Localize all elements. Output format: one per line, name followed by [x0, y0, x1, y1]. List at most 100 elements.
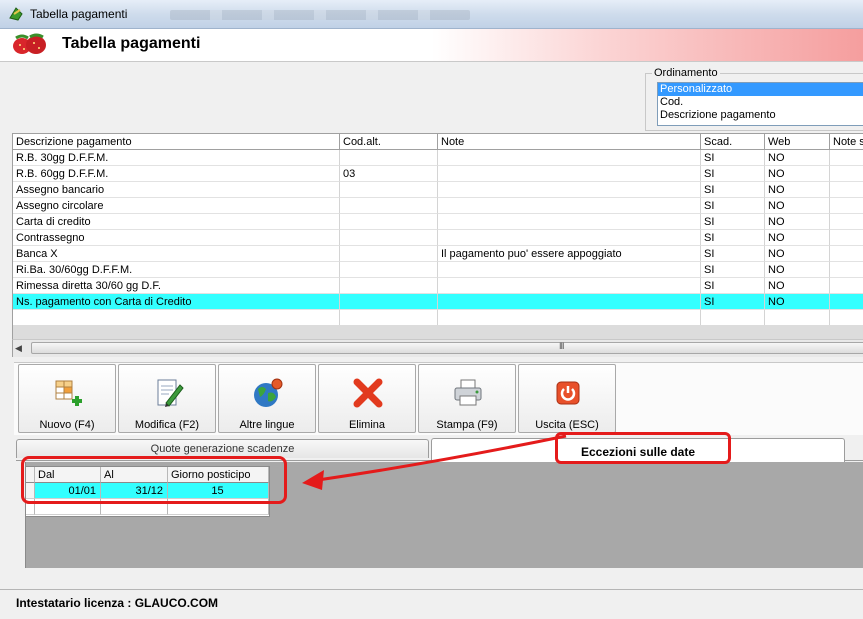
printer-icon [454, 379, 482, 406]
scroll-grip: III [559, 341, 564, 351]
uscita-label: Uscita (ESC) [535, 419, 599, 431]
edit-document-icon [157, 379, 184, 407]
table-row-cell [340, 294, 438, 310]
stampa-button[interactable]: Stampa (F9) [418, 364, 516, 433]
table-row-cell [438, 294, 701, 310]
scroll-left-icon[interactable]: ◀ [15, 342, 27, 354]
table-row-cell: Assegno bancario [13, 182, 340, 198]
table-row-cell: Ns. pagamento con Carta di Credito [13, 294, 340, 310]
grid-header-row-cell: Note s [830, 134, 863, 150]
table-row-cell [340, 182, 438, 198]
altre-lingue-label: Altre lingue [239, 419, 295, 431]
table-row[interactable]: Ns. pagamento con Carta di Credito SI NO [13, 294, 863, 310]
modifica-label: Modifica (F2) [134, 419, 200, 431]
table-row-cell: NO [765, 182, 830, 198]
table-row-cell: NO [765, 246, 830, 262]
app-icon [9, 7, 23, 21]
table-row-cell [830, 246, 863, 262]
table-row[interactable]: Ri.Ba. 30/60gg D.F.F.M. SI NO [13, 262, 863, 278]
nuovo-label: Nuovo (F4) [39, 419, 95, 431]
stampa-label: Stampa (F9) [436, 419, 498, 431]
table-row[interactable]: R.B. 30gg D.F.F.M. SI NO [13, 150, 863, 166]
scroll-thumb[interactable] [31, 342, 863, 354]
table-row-cell: Carta di credito [13, 214, 340, 230]
table-row-empty[interactable] [13, 310, 863, 326]
table-row-empty-cell [340, 310, 438, 326]
annotation-highlight-grid [21, 456, 287, 504]
table-row-cell: SI [701, 230, 765, 246]
table-row[interactable]: Carta di credito SI NO [13, 214, 863, 230]
table-row-cell [830, 214, 863, 230]
uscita-button[interactable]: Uscita (ESC) [518, 364, 616, 433]
table-row-cell: NO [765, 230, 830, 246]
table-row-cell: Rimessa diretta 30/60 gg D.F. [13, 278, 340, 294]
table-row-cell [830, 278, 863, 294]
table-row-cell [438, 150, 701, 166]
table-row-empty-cell [13, 310, 340, 326]
table-row-cell [830, 262, 863, 278]
table-row-empty-cell [830, 310, 863, 326]
table-row-cell [340, 198, 438, 214]
table-row[interactable]: R.B. 60gg D.F.F.M. 03 SI NO [13, 166, 863, 182]
table-row-cell: SI [701, 182, 765, 198]
grid-header-row[interactable]: Descrizione pagamento Cod.alt. Note Scad. We… [13, 134, 863, 150]
altre-lingue-button[interactable]: Altre lingue [218, 364, 316, 433]
table-row-cell [830, 198, 863, 214]
header-banner: Tabella pagamenti [0, 29, 863, 62]
table-row-cell [830, 182, 863, 198]
table-row-cell: Ri.Ba. 30/60gg D.F.F.M. [13, 262, 340, 278]
table-row[interactable]: Assegno bancario SI NO [13, 182, 863, 198]
grid-header-row-cell: Web [765, 134, 830, 150]
sort-option-descrizione[interactable]: Descrizione pagamento [658, 109, 863, 122]
strawberry-icon [13, 33, 46, 54]
grid-header-row-cell: Descrizione pagamento [13, 134, 340, 150]
annotation-highlight-tab [555, 432, 731, 464]
table-row-cell: NO [765, 214, 830, 230]
table-row-cell [438, 182, 701, 198]
title-bar[interactable]: Tabella pagamenti [0, 0, 863, 29]
sort-option-personalizzato[interactable]: Personalizzato [658, 83, 863, 96]
table-row-cell: NO [765, 150, 830, 166]
table-row-cell [340, 150, 438, 166]
table-row-cell: 03 [340, 166, 438, 182]
table-row-cell [438, 278, 701, 294]
table-row-cell: NO [765, 262, 830, 278]
globe-icon [254, 378, 283, 407]
power-exit-icon [556, 381, 580, 405]
table-row-cell [830, 150, 863, 166]
elimina-button[interactable]: Elimina [318, 364, 416, 433]
table-row-cell [438, 230, 701, 246]
table-row-cell [438, 198, 701, 214]
table-row-cell: NO [765, 166, 830, 182]
table-row-cell: SI [701, 150, 765, 166]
table-row-cell: SI [701, 294, 765, 310]
grid-header-row-cell: Note [438, 134, 701, 150]
horizontal-scrollbar[interactable]: ◀ III [12, 339, 863, 357]
table-row-cell [340, 214, 438, 230]
table-row-cell: NO [765, 198, 830, 214]
sort-option-cod[interactable]: Cod. [658, 96, 863, 109]
table-row-cell: SI [701, 278, 765, 294]
nuovo-button[interactable]: Nuovo (F4) [18, 364, 116, 433]
table-row-cell [438, 262, 701, 278]
sort-listbox[interactable]: Personalizzato Cod. Descrizione pagament… [657, 82, 863, 126]
table-row[interactable]: Rimessa diretta 30/60 gg D.F. SI NO [13, 278, 863, 294]
page-title: Tabella pagamenti [62, 35, 201, 52]
table-row-cell: Il pagamento puo' essere appoggiato [438, 246, 701, 262]
status-bar: Intestatario licenza : GLAUCO.COM [0, 589, 863, 619]
modifica-button[interactable]: Modifica (F2) [118, 364, 216, 433]
payments-grid[interactable]: Descrizione pagamento Cod.alt. Note Scad. We… [12, 133, 863, 327]
table-row-cell [830, 294, 863, 310]
table-row[interactable]: Banca X Il pagamento puo' essere appoggia… [13, 246, 863, 262]
table-row-cell [830, 230, 863, 246]
table-row-cell: SI [701, 214, 765, 230]
table-row-cell [340, 278, 438, 294]
grid-empty-area [12, 325, 863, 339]
table-row[interactable]: Assegno circolare SI NO [13, 198, 863, 214]
elimina-label: Elimina [348, 419, 386, 431]
table-row[interactable]: Contrassegno SI NO [13, 230, 863, 246]
license-status: Intestatario licenza : GLAUCO.COM [16, 596, 219, 610]
table-row-cell [340, 246, 438, 262]
table-row-cell: R.B. 60gg D.F.F.M. [13, 166, 340, 182]
table-row-cell: Assegno circolare [13, 198, 340, 214]
